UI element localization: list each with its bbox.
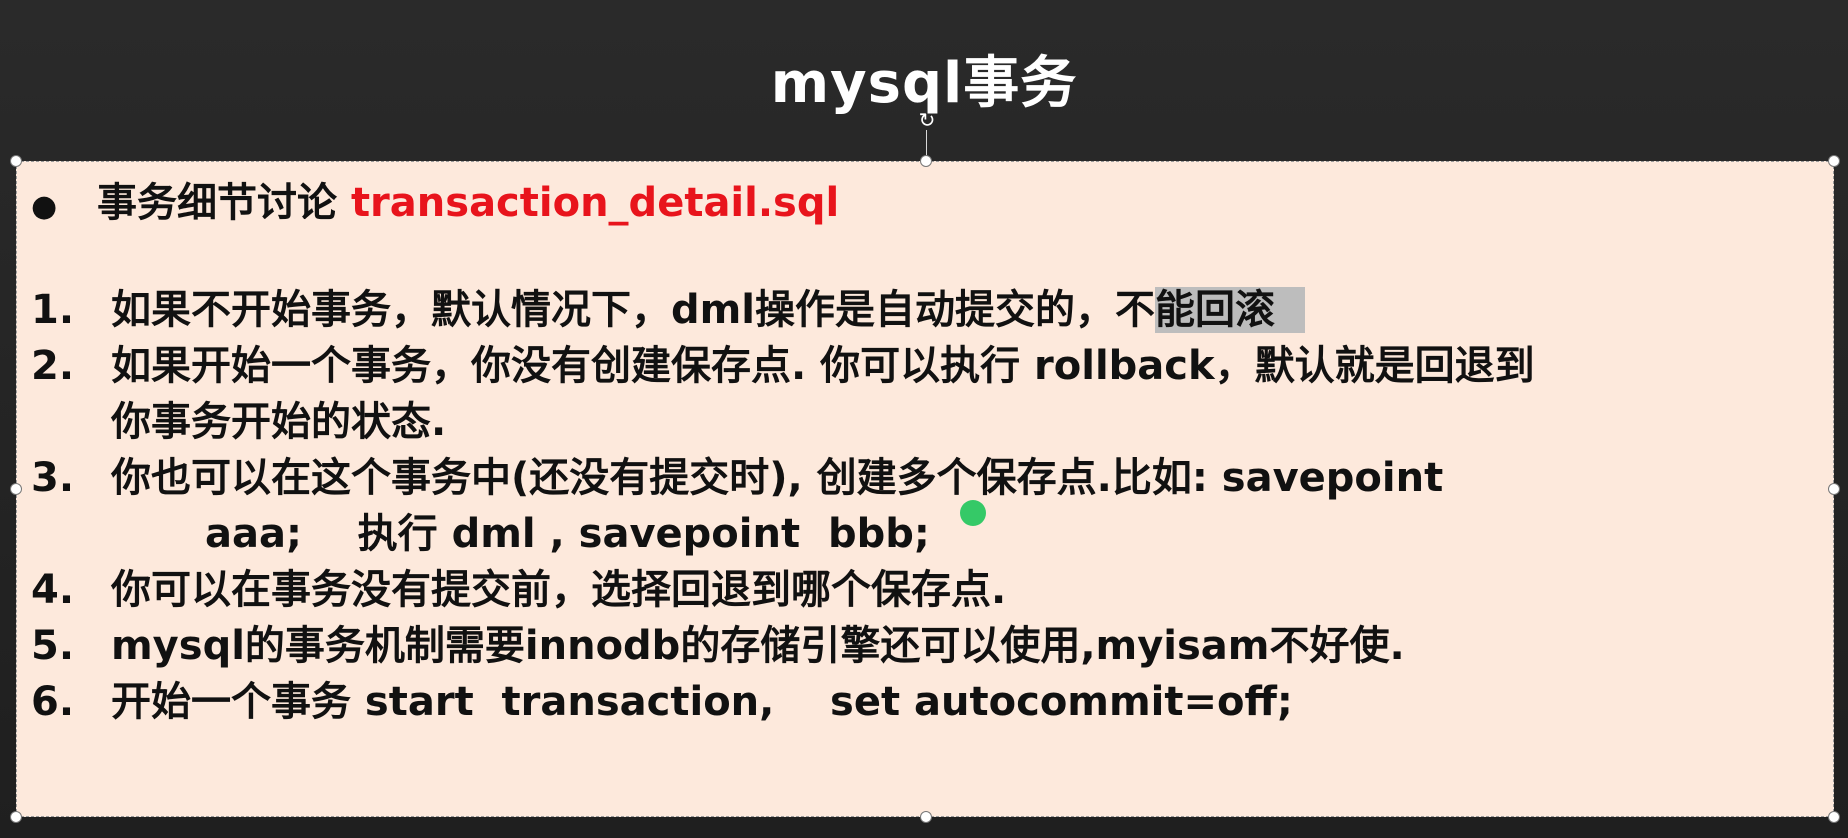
list-item: 5. mysql的事务机制需要innodb的存储引擎还可以使用,myisam不好使… (31, 618, 1535, 674)
selected-text: 能回滚 (1155, 287, 1306, 333)
list-item: 3. 你也可以在这个事务中(还没有提交时), 创建多个保存点.比如: savepo… (31, 450, 1535, 506)
list-item-text: 如果不开始事务，默认情况下，dml操作是自动提交的，不 (111, 287, 1156, 333)
list-item-text: 你也可以在这个事务中(还没有提交时), 创建多个保存点.比如: savepoin… (111, 455, 1444, 501)
resize-handle-bottom-right[interactable] (1828, 811, 1840, 823)
resize-handle-top[interactable] (920, 155, 932, 167)
list-item-number: 2. (31, 343, 75, 389)
resize-handle-right[interactable] (1828, 483, 1840, 495)
bullet-dot-icon: ● (31, 189, 58, 224)
list-item-number: 6. (31, 679, 75, 725)
list-item-number: 3. (31, 455, 75, 501)
slide-title: mysql事务 (770, 51, 1078, 116)
list-item-continuation: 你事务开始的状态. (111, 399, 447, 445)
pointer-cursor-icon (960, 500, 986, 526)
list-item-number: 4. (31, 567, 75, 613)
text-box[interactable]: ● 事务细节讨论 transaction_detail.sql 1. 如果不开始事务… (16, 161, 1834, 817)
numbered-list: 1. 如果不开始事务，默认情况下，dml操作是自动提交的，不能回滚 2. 如果开始一… (31, 282, 1535, 730)
list-item: 4. 你可以在事务没有提交前，选择回退到哪个保存点. (31, 562, 1535, 618)
list-item-text: mysql的事务机制需要innodb的存储引擎还可以使用,myisam不好使. (111, 623, 1405, 669)
resize-handle-left[interactable] (10, 483, 22, 495)
bullet-label: 事务细节讨论 (97, 180, 351, 226)
list-item-continuation: aaa; 执行 dml , savepoint bbb; (205, 511, 930, 557)
list-item-text: 你可以在事务没有提交前，选择回退到哪个保存点. (111, 567, 1007, 613)
list-item: 1. 如果不开始事务，默认情况下，dml操作是自动提交的，不能回滚 (31, 282, 1535, 338)
resize-handle-top-right[interactable] (1828, 155, 1840, 167)
list-item-text: 开始一个事务 start transaction, set autocommit… (111, 679, 1293, 725)
list-item: 6. 开始一个事务 start transaction, set autocomm… (31, 674, 1535, 730)
resize-handle-bottom-left[interactable] (10, 811, 22, 823)
list-item-number: 1. (31, 287, 75, 333)
bullet-heading: ● 事务细节讨论 transaction_detail.sql (31, 170, 839, 228)
resize-handle-top-left[interactable] (10, 155, 22, 167)
rotate-handle-icon[interactable]: ↻ (916, 109, 938, 131)
resize-handle-bottom[interactable] (920, 811, 932, 823)
list-item: 2. 如果开始一个事务，你没有创建保存点. 你可以执行 rollback，默认就是… (31, 338, 1535, 394)
list-item-number: 5. (31, 623, 75, 669)
list-item-text: 如果开始一个事务，你没有创建保存点. 你可以执行 rollback，默认就是回退… (111, 343, 1535, 389)
bullet-filename: transaction_detail.sql (350, 180, 840, 226)
